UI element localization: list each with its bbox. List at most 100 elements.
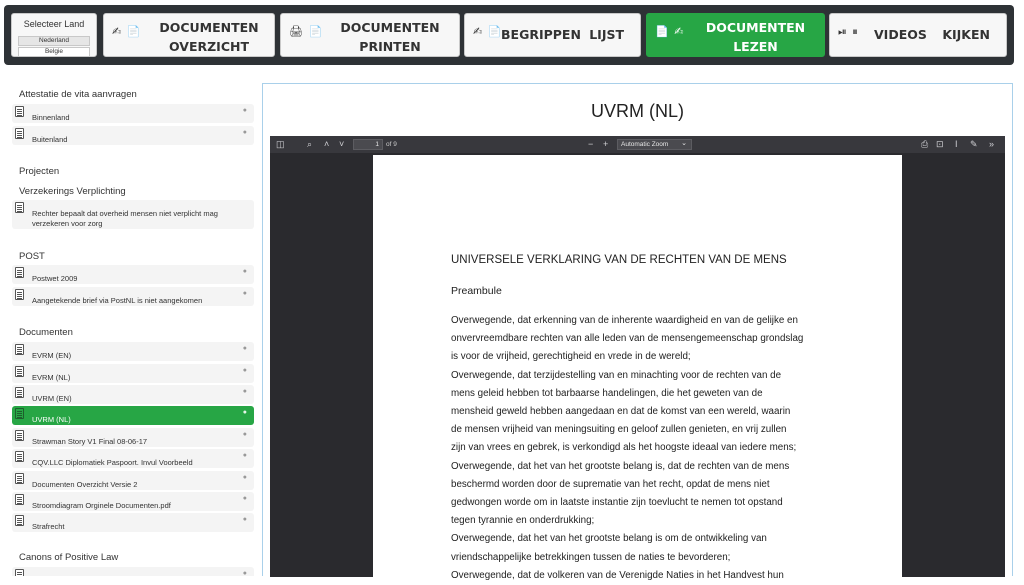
- sidebar-item-label: CQV.LLC Diplomatiek Paspoort. Invul Voor…: [32, 458, 193, 467]
- sidebar-item-cqv-paspoort[interactable]: CQV.LLC Diplomatiek Paspoort. Invul Voor…: [12, 449, 254, 468]
- document-icon: [15, 569, 24, 576]
- dot-icon: ●: [242, 409, 247, 416]
- sidebar-item-strawman-story[interactable]: Strawman Story V1 Final 08-06-17 ●: [12, 428, 254, 447]
- sidebar-item-label: EVRM (NL): [32, 373, 71, 382]
- sidebar-toggle-icon[interactable]: ◫: [276, 139, 285, 150]
- document-icon: [15, 473, 24, 484]
- sidebar-item-aangetekende-brief[interactable]: Aangetekende brief via PostNL is niet aa…: [12, 287, 254, 306]
- text-cursor-icon[interactable]: I: [955, 139, 958, 149]
- dot-icon: ●: [242, 431, 247, 438]
- document-line: onvervreemdbare rechten van alle leden v…: [451, 333, 804, 345]
- document-line: beschermd worden door de suprematie van …: [451, 478, 770, 490]
- sidebar-item-evrm-en[interactable]: EVRM (EN) ●: [12, 342, 254, 361]
- section-title-canons: Canons of Positive Law: [19, 552, 119, 563]
- document-line: de mensen vrijheid van meningsuiting en …: [451, 424, 787, 436]
- zoom-select-value: Automatic Zoom: [621, 141, 669, 148]
- country-selector[interactable]: Selecteer Land Nederland Belgie: [11, 13, 97, 57]
- dot-icon: ●: [242, 495, 247, 502]
- document-icon: [15, 202, 24, 213]
- country-option-belgie[interactable]: Belgie: [18, 47, 90, 57]
- document-line: Overwegende, dat het van het grootste be…: [451, 533, 767, 545]
- page-number-input[interactable]: 1: [353, 139, 383, 150]
- chevron-down-icon[interactable]: ˅: [339, 139, 344, 149]
- document-line: is voor de vrijheid, gerechtigheid en vr…: [451, 351, 691, 363]
- document-line: Overwegende, dat erkenning van de inhere…: [451, 315, 798, 326]
- nav-overzicht-line1: DOCUMENTEN: [159, 20, 259, 35]
- document-line: zijn van vrees en gebrek, is verkondigd …: [451, 442, 797, 454]
- document-line: Overwegende, dat het van het grootste be…: [451, 460, 790, 472]
- sidebar-item-evrm-nl[interactable]: EVRM (NL) ●: [12, 364, 254, 383]
- tools-menu-icon[interactable]: »: [989, 139, 994, 149]
- dot-icon: ●: [242, 129, 247, 136]
- page-title: UVRM (NL): [591, 101, 684, 121]
- save-icon[interactable]: ⊡: [936, 139, 944, 150]
- pdf-viewer[interactable]: ◫ ⌕ ˄ ˅ 1 of 9 − + Automatic Zoom ⌄ ⎙ ⊡ …: [270, 136, 1005, 585]
- nav-documenten-overzicht-button[interactable]: ✍ 📄 DOCUMENTEN OVERZICHT: [103, 13, 275, 57]
- chevron-up-icon[interactable]: ˄: [324, 139, 329, 149]
- country-option-nederland[interactable]: Nederland: [18, 36, 90, 46]
- zoom-out-icon[interactable]: −: [588, 139, 593, 149]
- nav-videos-kijken-button[interactable]: ⏯ ⏸ VIDEOS KIJKEN: [829, 13, 1007, 57]
- nav-documenten-printen-button[interactable]: 🖨 📄 DOCUMENTEN PRINTEN: [280, 13, 460, 57]
- sidebar-item-label: Strafrecht: [32, 522, 65, 531]
- document-line: vriendschappelijke betrekkingen tussen d…: [451, 551, 731, 563]
- section-title-verzekerings: Verzekerings Verplichting: [19, 186, 126, 197]
- sidebar-item-canons-first[interactable]: ●: [12, 567, 254, 576]
- document-line: mens geleid hebben tot barbaarse handeli…: [451, 387, 763, 399]
- play-pause-icon: ⏯ ⏸: [838, 25, 859, 38]
- document-sidebar: Attestatie de vita aanvragen Binnenland …: [12, 82, 256, 576]
- print-icon[interactable]: ⎙: [921, 139, 928, 150]
- nav-overzicht-line2: OVERZICHT: [168, 39, 249, 54]
- sidebar-item-postwet[interactable]: Postwet 2009 ●: [12, 265, 254, 284]
- sidebar-item-label: Strawman Story V1 Final 08-06-17: [32, 437, 148, 446]
- nav-begrippen-word2: LIJST: [589, 27, 624, 42]
- country-selector-title: Selecteer Land: [23, 19, 85, 29]
- sidebar-item-uvrm-nl[interactable]: UVRM (NL) ●: [12, 406, 254, 425]
- section-title-projecten: Projecten: [19, 166, 60, 177]
- document-line: tegen tyrannie en onderdrukking;: [451, 515, 595, 527]
- sidebar-item-buitenland[interactable]: Buitenland ●: [12, 126, 254, 145]
- page-count: of 9: [386, 141, 397, 148]
- dot-icon: ●: [242, 367, 247, 374]
- sidebar-item-label: Stroomdiagram Orginele Documenten.pdf: [32, 501, 171, 510]
- nav-lezen-line1: DOCUMENTEN: [705, 20, 806, 35]
- sidebar-item-rechter-bepaalt[interactable]: Rechter bepaalt dat overheid mensen niet…: [12, 200, 254, 229]
- nav-documenten-lezen-button[interactable]: 📄 ✍ DOCUMENTEN LEZEN: [646, 13, 825, 57]
- pdf-toolbar: ◫ ⌕ ˄ ˅ 1 of 9 − + Automatic Zoom ⌄ ⎙ ⊡ …: [270, 136, 1005, 153]
- nav-printen-line2: PRINTEN: [359, 39, 421, 54]
- dot-icon: ●: [242, 474, 247, 481]
- document-icon: [15, 366, 24, 377]
- document-heading: UNIVERSELE VERKLARING VAN DE RECHTEN VAN…: [451, 254, 787, 266]
- pdf-page: UNIVERSELE VERKLARING VAN DE RECHTEN VAN…: [373, 155, 902, 585]
- document-preamble: Preambule: [451, 285, 502, 297]
- dot-icon: ●: [242, 516, 247, 523]
- sidebar-item-stroomdiagram[interactable]: Stroomdiagram Orginele Documenten.pdf ●: [12, 492, 254, 511]
- sidebar-item-label: Rechter bepaalt dat overheid mensen niet…: [32, 209, 218, 228]
- zoom-select[interactable]: Automatic Zoom ⌄: [617, 139, 692, 150]
- zoom-in-icon[interactable]: +: [603, 139, 608, 149]
- pencil-icon[interactable]: ✎: [970, 139, 978, 150]
- sidebar-item-label: Postwet 2009: [32, 274, 78, 283]
- nav-printen-line1: DOCUMENTEN: [340, 20, 440, 35]
- document-viewer-panel: UVRM (NL) ◫ ⌕ ˄ ˅ 1 of 9 − + Automatic Z…: [262, 83, 1013, 585]
- document-icon: [15, 387, 24, 398]
- sidebar-item-strafrecht[interactable]: Strafrecht ●: [12, 513, 254, 532]
- nav-begrippen-lijst-button[interactable]: ✍ 📄 BEGRIPPEN LIJST: [464, 13, 641, 57]
- sidebar-item-label: EVRM (EN): [32, 351, 72, 360]
- sidebar-item-binnenland[interactable]: Binnenland ●: [12, 104, 254, 123]
- document-icon: [15, 515, 24, 526]
- document-icon: [15, 451, 24, 462]
- document-icon: [15, 408, 24, 419]
- sidebar-item-uvrm-en[interactable]: UVRM (EN) ●: [12, 385, 254, 404]
- search-icon[interactable]: ⌕: [307, 139, 312, 150]
- dot-icon: ●: [242, 107, 247, 114]
- dot-icon: ●: [242, 388, 247, 395]
- dot-icon: ●: [242, 268, 247, 275]
- chevron-down-icon: ⌄: [681, 140, 687, 147]
- document-icon: [15, 344, 24, 355]
- document-icon: [15, 494, 24, 505]
- edit-document-icon: ✍ 📄: [473, 25, 503, 38]
- document-body: Overwegende, dat erkenning van de inhere…: [451, 312, 831, 585]
- document-icon: [15, 267, 24, 278]
- sidebar-item-documenten-overzicht[interactable]: Documenten Overzicht Versie 2 ●: [12, 471, 254, 490]
